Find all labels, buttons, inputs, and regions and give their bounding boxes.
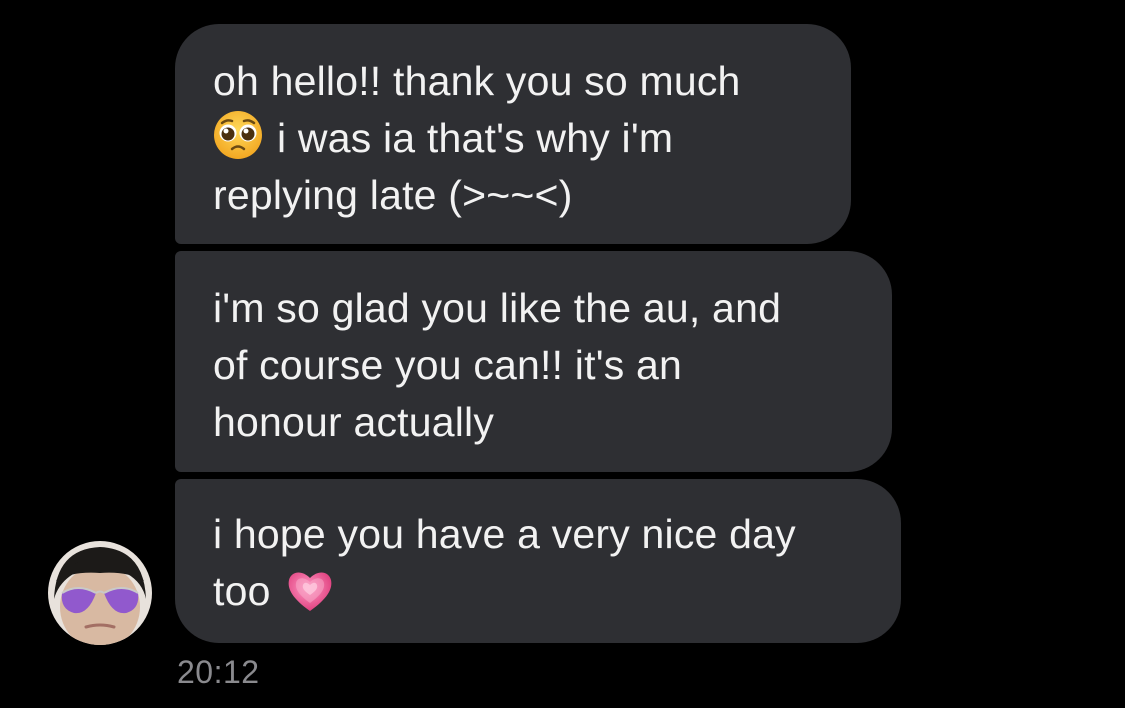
message-line-with-emoji: too <box>213 563 877 620</box>
message-line: honour actually <box>213 399 495 445</box>
growing-heart-icon <box>288 572 331 611</box>
message-line: replying late (>~~<) <box>213 172 573 218</box>
pleading-face-icon <box>214 111 262 159</box>
message-bubble[interactable]: i'm so glad you like the au, and of cour… <box>175 251 892 472</box>
message-line: oh hello!! thank you so much <box>213 58 741 104</box>
message-line-text: i was ia that's why i'm <box>277 115 674 161</box>
message-bubble[interactable]: oh hello!! thank you so much i was ia th… <box>175 24 851 244</box>
avatar[interactable] <box>48 541 152 645</box>
message-line: i hope you have a very nice day <box>213 511 796 557</box>
message-line: of course you can!! it's an <box>213 342 683 388</box>
message-thread: oh hello!! thank you so much i was ia th… <box>0 0 1125 708</box>
message-line-with-emoji: i was ia that's why i'm <box>213 110 827 167</box>
message-timestamp: 20:12 <box>177 654 260 690</box>
profile-photo <box>48 541 152 645</box>
message-line: i'm so glad you like the au, and <box>213 285 782 331</box>
message-bubble[interactable]: i hope you have a very nice day too <box>175 479 901 643</box>
message-line-text: too <box>213 568 271 614</box>
